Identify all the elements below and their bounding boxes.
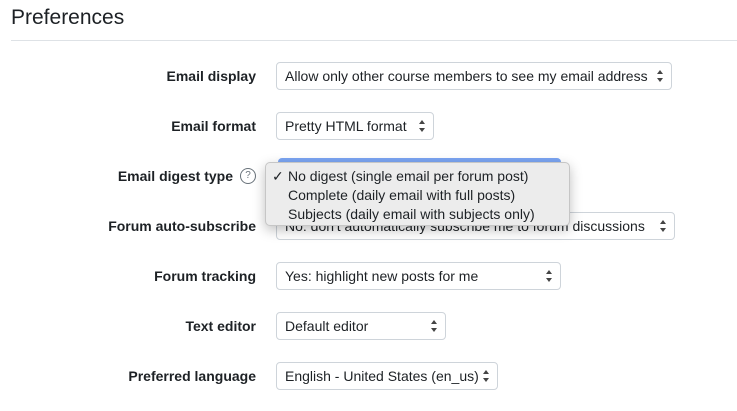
email-display-select[interactable]: Allow only other course members to see m… bbox=[276, 62, 672, 90]
title-divider bbox=[11, 40, 737, 41]
select-arrows-icon bbox=[481, 363, 491, 389]
preferred-language-label: Preferred language bbox=[128, 368, 256, 384]
preferred-language-select[interactable]: English - United States (en_us) bbox=[276, 362, 498, 390]
preferred-language-value: English - United States (en_us) bbox=[285, 368, 479, 384]
email-display-value: Allow only other course members to see m… bbox=[285, 68, 648, 84]
dropdown-option[interactable]: ✓ No digest (single email per forum post… bbox=[266, 167, 569, 186]
page-title: Preferences bbox=[11, 6, 125, 29]
option-label: Subjects (daily email with subjects only… bbox=[288, 206, 535, 222]
select-arrows-icon bbox=[655, 63, 665, 89]
forum-auto-subscribe-label: Forum auto-subscribe bbox=[108, 218, 256, 234]
email-digest-type-label: Email digest type bbox=[117, 168, 233, 184]
dropdown-option[interactable]: Complete (daily email with full posts) bbox=[266, 186, 569, 205]
forum-tracking-select[interactable]: Yes: highlight new posts for me bbox=[276, 262, 561, 290]
select-arrows-icon bbox=[658, 213, 668, 239]
text-editor-value: Default editor bbox=[285, 318, 369, 334]
dropdown-option[interactable]: Subjects (daily email with subjects only… bbox=[266, 205, 569, 224]
forum-tracking-value: Yes: highlight new posts for me bbox=[285, 268, 479, 284]
select-arrows-icon bbox=[544, 263, 554, 289]
option-label: Complete (daily email with full posts) bbox=[288, 187, 516, 203]
email-format-value: Pretty HTML format bbox=[285, 118, 407, 134]
text-editor-select[interactable]: Default editor bbox=[276, 312, 446, 340]
help-icon[interactable]: ? bbox=[240, 168, 256, 184]
forum-tracking-label: Forum tracking bbox=[154, 268, 256, 284]
select-arrows-icon bbox=[417, 113, 427, 139]
option-label: No digest (single email per forum post) bbox=[288, 168, 529, 184]
email-format-label: Email format bbox=[171, 118, 256, 134]
email-format-select[interactable]: Pretty HTML format bbox=[276, 112, 434, 140]
select-arrows-icon bbox=[429, 313, 439, 339]
text-editor-label: Text editor bbox=[185, 318, 256, 334]
check-icon: ✓ bbox=[272, 168, 284, 184]
email-display-label: Email display bbox=[166, 68, 256, 84]
email-digest-type-dropdown[interactable]: ✓ No digest (single email per forum post… bbox=[265, 162, 570, 226]
